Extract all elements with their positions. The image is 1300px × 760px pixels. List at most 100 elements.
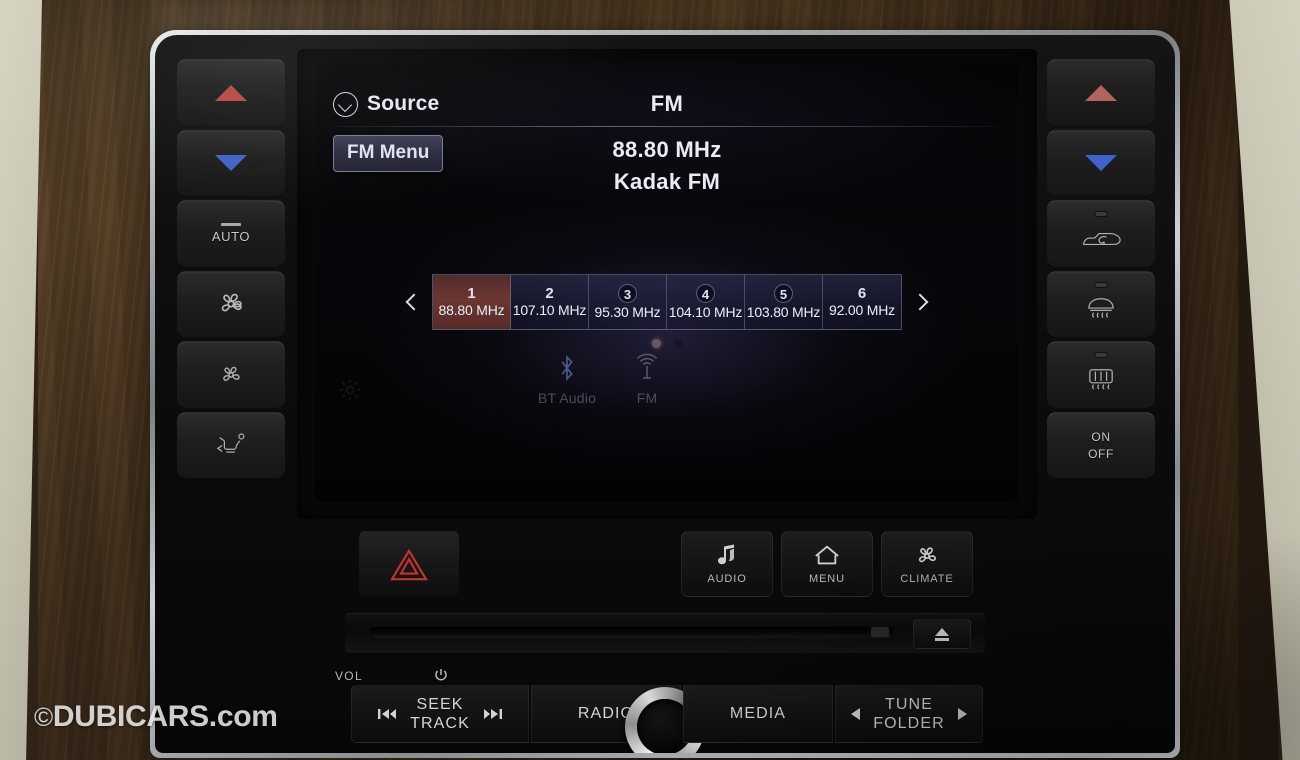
left-temp-up-button[interactable]	[177, 59, 285, 127]
fm-menu-button[interactable]: FM Menu	[333, 135, 444, 172]
preset-frequency: 95.30 MHz	[594, 304, 661, 320]
watermark: ©DUBICARS.com	[34, 700, 278, 734]
screen-header: Source FM	[333, 81, 1001, 127]
media-button[interactable]: MEDIA	[683, 685, 833, 743]
climate-label: CLIMATE	[900, 573, 954, 585]
cd-slot-opening[interactable]	[371, 627, 893, 638]
header-divider	[329, 126, 1005, 127]
cd-slot	[345, 613, 985, 653]
fan-icon	[223, 366, 240, 381]
watermark-text: DUBICARS.com	[52, 700, 278, 733]
seek-track-button[interactable]: SEEK TRACK	[351, 685, 529, 743]
tune-folder-label: TUNE FOLDER	[873, 695, 945, 733]
media-label: MEDIA	[729, 705, 787, 722]
antenna-icon	[636, 353, 658, 379]
chevron-up-icon	[1085, 84, 1117, 101]
head-unit-chrome-bezel: AUTO ON OFF Source FM FM Menu 88.80 MHz …	[150, 30, 1180, 758]
left-interior-trim	[0, 0, 43, 760]
right-temp-up-button[interactable]	[1047, 59, 1155, 127]
recirculation-icon	[1083, 232, 1121, 245]
chevron-left-icon	[405, 293, 423, 311]
preset-button-2[interactable]: 2 107.10 MHz	[511, 275, 589, 329]
source-label-fm: FM	[636, 390, 658, 406]
preset-prev-button[interactable]	[396, 274, 432, 330]
eject-icon	[935, 627, 949, 641]
preset-frequency: 103.80 MHz	[746, 304, 821, 320]
preset-button-3[interactable]: 3 95.30 MHz	[589, 275, 667, 329]
bar-icon	[221, 223, 241, 227]
rear-defrost-icon	[1089, 368, 1113, 390]
preset-frequency: 92.00 MHz	[829, 302, 895, 318]
tune-folder-button[interactable]: TUNE FOLDER	[835, 685, 983, 743]
recirculation-button[interactable]	[1047, 200, 1155, 268]
front-defrost-button[interactable]	[1047, 270, 1155, 338]
front-defrost-icon	[1088, 298, 1114, 319]
indicator-led	[1094, 352, 1108, 358]
source-fm[interactable]: FM	[592, 353, 702, 406]
preset-frequency: 88.80 MHz	[438, 302, 505, 318]
volume-label: VOL	[335, 669, 363, 683]
left-climate-button-column: AUTO	[177, 59, 285, 479]
preset-strip: 1 88.80 MHz 2 107.10 MHz 3 95.30 MHz 4 1…	[315, 269, 1019, 335]
audio-label: AUDIO	[707, 573, 747, 585]
hazard-button[interactable]	[359, 531, 459, 597]
tune-line1: TUNE	[885, 696, 933, 713]
infotainment-screen[interactable]: Source FM FM Menu 88.80 MHz Kadak FM 1 8…	[315, 63, 1019, 501]
tune-line2: FOLDER	[873, 715, 945, 732]
eject-button[interactable]	[913, 619, 971, 649]
triangle-left-icon	[851, 708, 861, 720]
seek-track-label: SEEK TRACK	[410, 695, 470, 733]
preset-list: 1 88.80 MHz 2 107.10 MHz 3 95.30 MHz 4 1…	[432, 274, 902, 330]
source-label: Source	[367, 92, 440, 115]
menu-button[interactable]: MENU	[781, 531, 873, 597]
audio-button[interactable]: AUDIO	[681, 531, 773, 597]
left-temp-down-button[interactable]	[177, 129, 285, 197]
climate-button[interactable]: CLIMATE	[881, 531, 973, 597]
chevron-down-icon	[215, 155, 247, 172]
preset-next-button[interactable]	[902, 274, 938, 330]
home-icon	[815, 545, 839, 565]
chevron-up-icon	[215, 84, 247, 101]
seek-line1: SEEK	[416, 696, 464, 713]
seat-airflow-icon	[216, 433, 245, 453]
preset-button-6[interactable]: 6 92.00 MHz	[823, 275, 901, 329]
chevron-right-icon	[911, 293, 929, 311]
preset-frequency: 107.10 MHz	[512, 302, 587, 318]
right-temp-down-button[interactable]	[1047, 129, 1155, 197]
source-button[interactable]: Source	[333, 91, 440, 117]
hazard-triangle-icon	[390, 548, 428, 580]
rear-defrost-button[interactable]	[1047, 341, 1155, 409]
preset-number: 5	[774, 284, 793, 303]
indicator-led	[1094, 211, 1108, 217]
dashboard-photo: AUTO ON OFF Source FM FM Menu 88.80 MHz …	[0, 0, 1300, 760]
skip-forward-icon	[483, 709, 502, 719]
auto-climate-button[interactable]: AUTO	[177, 200, 285, 268]
fan-speed-up-button[interactable]	[177, 270, 285, 338]
airflow-mode-button[interactable]	[177, 411, 285, 479]
control-bar: VOL SEEK TRACK RADIO MEDIA TUNE FOLDER	[335, 669, 989, 753]
gear-icon[interactable]	[337, 377, 363, 408]
fan-icon	[918, 547, 937, 563]
preset-button-4[interactable]: 4 104.10 MHz	[667, 275, 745, 329]
power-icon	[433, 667, 449, 683]
preset-number: 2	[545, 285, 554, 302]
page-dot[interactable]	[673, 339, 683, 348]
on-label: ON	[1091, 429, 1111, 444]
page-indicator	[315, 339, 1019, 348]
fan-speed-down-button[interactable]	[177, 341, 285, 409]
station-name: Kadak FM	[613, 169, 721, 194]
preset-number: 3	[618, 284, 637, 303]
copyright-symbol: ©	[34, 702, 53, 732]
preset-button-1[interactable]: 1 88.80 MHz	[433, 275, 511, 329]
head-unit-body: AUTO ON OFF Source FM FM Menu 88.80 MHz …	[155, 35, 1175, 753]
fan-icon	[221, 293, 242, 312]
bluetooth-icon	[561, 355, 573, 381]
preset-button-5[interactable]: 5 103.80 MHz	[745, 275, 823, 329]
page-dot-active[interactable]	[651, 339, 661, 348]
music-note-icon	[718, 544, 734, 565]
climate-power-button[interactable]: ON OFF	[1047, 411, 1155, 479]
preset-number: 1	[467, 285, 476, 302]
preset-frequency: 104.10 MHz	[668, 304, 743, 320]
preset-number: 6	[857, 285, 867, 302]
display-bezel: Source FM FM Menu 88.80 MHz Kadak FM 1 8…	[297, 49, 1037, 519]
